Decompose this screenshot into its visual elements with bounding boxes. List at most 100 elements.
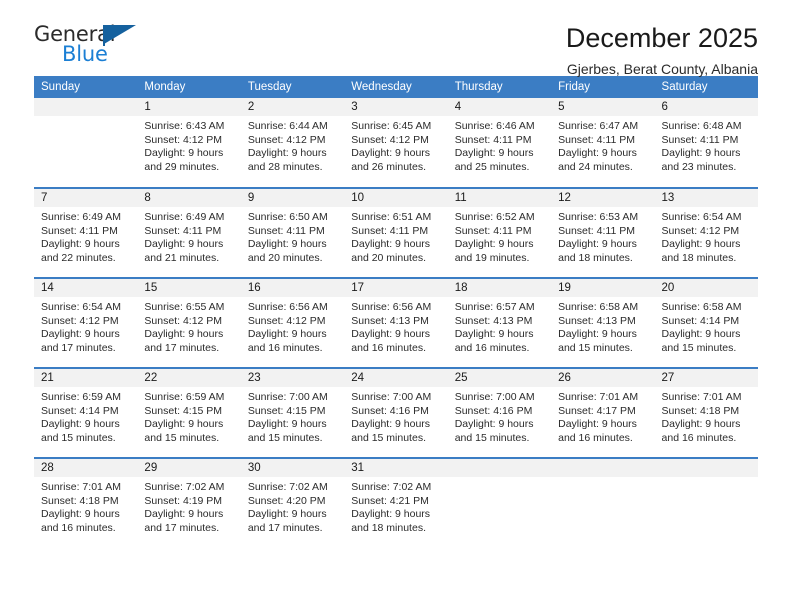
calendar-page: General Blue December 2025 Gjerbes, Bera…	[0, 0, 792, 612]
calendar-day-cell[interactable]: 7 Sunrise: 6:49 AM Sunset: 4:11 PM Daylight…	[34, 187, 138, 278]
day-number: 26	[551, 369, 655, 387]
sunset-text: Sunset: 4:18 PM	[661, 404, 740, 417]
day-details: Sunrise: 6:58 AM Sunset: 4:14 PM Daylight:…	[655, 297, 758, 355]
day-details	[551, 477, 654, 481]
day-number: 18	[447, 279, 552, 297]
sunrise-text: Sunrise: 6:59 AM	[144, 391, 225, 403]
calendar-day-cell[interactable]: 6 Sunrise: 6:48 AM Sunset: 4:11 PM Daylight…	[654, 98, 758, 188]
daylight-text: Daylight: 9 hours	[247, 508, 327, 521]
daylight-text: Daylight: 9 hours	[351, 238, 431, 251]
day-number: 8	[137, 189, 241, 207]
calendar-day-cell[interactable]: 15 Sunrise: 6:55 AM Sunset: 4:12 PM Dayligh…	[137, 277, 241, 368]
daylight-text: Daylight: 9 hours	[661, 328, 741, 341]
daylight-text: Daylight: 9 hours	[558, 238, 637, 251]
calendar-day-cell[interactable]: 10 Sunrise: 6:51 AM Sunset: 4:11 PM Dayligh…	[344, 187, 448, 278]
daylight-text: Daylight: 9 hours	[247, 147, 327, 160]
daylight-text-cont: and 20 minutes.	[351, 251, 426, 264]
calendar-day-cell[interactable]: 2 Sunrise: 6:44 AM Sunset: 4:12 PM Daylight…	[240, 98, 345, 188]
calendar-week-row: 21 Sunrise: 6:59 AM Sunset: 4:14 PM Dayligh…	[34, 367, 758, 458]
sunset-text: Sunset: 4:12 PM	[247, 314, 326, 327]
day-details	[34, 116, 137, 120]
sunset-text: Sunset: 4:11 PM	[454, 133, 532, 146]
daylight-text: Daylight: 9 hours	[661, 418, 741, 431]
day-details: Sunrise: 6:57 AM Sunset: 4:13 PM Daylight:…	[448, 297, 551, 355]
sunrise-text: Sunrise: 6:47 AM	[558, 120, 639, 132]
calendar-day-cell[interactable]: 31 Sunrise: 7:02 AM Sunset: 4:21 PM Dayligh…	[344, 457, 448, 548]
day-number: 25	[447, 369, 552, 387]
calendar-day-cell[interactable]: 29 Sunrise: 7:02 AM Sunset: 4:19 PM Dayligh…	[137, 457, 241, 548]
calendar-day-cell[interactable]: 25 Sunrise: 7:00 AM Sunset: 4:16 PM Dayligh…	[447, 367, 552, 458]
calendar-day-cell[interactable]: 18 Sunrise: 6:57 AM Sunset: 4:13 PM Dayligh…	[447, 277, 552, 368]
sunset-text: Sunset: 4:12 PM	[144, 314, 223, 327]
day-number: 30	[240, 459, 345, 477]
calendar-day-cell[interactable]: 14 Sunrise: 6:54 AM Sunset: 4:12 PM Dayligh…	[34, 277, 138, 368]
day-details: Sunrise: 6:50 AM Sunset: 4:11 PM Daylight:…	[241, 207, 344, 265]
daylight-text-cont: and 17 minutes.	[247, 521, 323, 534]
day-number: 29	[137, 459, 241, 477]
daylight-text-cont: and 16 minutes.	[247, 341, 323, 354]
sunset-text: Sunset: 4:13 PM	[558, 314, 636, 327]
day-number: 31	[344, 459, 448, 477]
calendar-day-cell[interactable]: 26 Sunrise: 7:01 AM Sunset: 4:17 PM Dayligh…	[551, 367, 655, 458]
sunset-text: Sunset: 4:11 PM	[558, 224, 635, 237]
calendar-day-cell[interactable]: 28 Sunrise: 7:01 AM Sunset: 4:18 PM Dayligh…	[34, 457, 138, 548]
calendar-day-cell[interactable]: 4 Sunrise: 6:46 AM Sunset: 4:11 PM Daylight…	[447, 98, 552, 188]
weekday-header-sunday: Sunday	[34, 76, 138, 98]
day-number	[34, 98, 138, 116]
day-details: Sunrise: 6:49 AM Sunset: 4:11 PM Daylight:…	[34, 207, 137, 265]
calendar-day-cell[interactable]: 9 Sunrise: 6:50 AM Sunset: 4:11 PM Daylight…	[240, 187, 345, 278]
sunset-text: Sunset: 4:13 PM	[454, 314, 533, 327]
sunrise-text: Sunrise: 6:46 AM	[454, 120, 535, 132]
day-details: Sunrise: 7:02 AM Sunset: 4:21 PM Daylight:…	[344, 477, 447, 535]
day-details: Sunrise: 6:59 AM Sunset: 4:14 PM Daylight:…	[34, 387, 137, 445]
daylight-text-cont: and 17 minutes.	[144, 521, 220, 534]
daylight-text: Daylight: 9 hours	[558, 418, 637, 431]
sunset-text: Sunset: 4:12 PM	[247, 133, 326, 146]
general-blue-logo[interactable]: General Blue	[34, 22, 154, 70]
calendar-day-cell[interactable]: 3 Sunrise: 6:45 AM Sunset: 4:12 PM Daylight…	[344, 98, 448, 188]
sunrise-text: Sunrise: 6:51 AM	[351, 211, 432, 223]
calendar-day-cell[interactable]: 12 Sunrise: 6:53 AM Sunset: 4:11 PM Dayligh…	[551, 187, 655, 278]
calendar-week-row: 7 Sunrise: 6:49 AM Sunset: 4:11 PM Daylight…	[34, 187, 758, 278]
calendar-day-cell[interactable]: 22 Sunrise: 6:59 AM Sunset: 4:15 PM Dayligh…	[137, 367, 241, 458]
day-details: Sunrise: 7:02 AM Sunset: 4:20 PM Daylight:…	[241, 477, 344, 535]
calendar-day-cell[interactable]: 23 Sunrise: 7:00 AM Sunset: 4:15 PM Dayligh…	[240, 367, 345, 458]
day-details	[448, 477, 551, 481]
day-details: Sunrise: 6:59 AM Sunset: 4:15 PM Daylight:…	[137, 387, 240, 445]
daylight-text: Daylight: 9 hours	[558, 147, 637, 160]
calendar-day-cell[interactable]: 27 Sunrise: 7:01 AM Sunset: 4:18 PM Dayligh…	[654, 367, 758, 458]
calendar-day-cell[interactable]: 19 Sunrise: 6:58 AM Sunset: 4:13 PM Dayligh…	[551, 277, 655, 368]
sunset-text: Sunset: 4:12 PM	[41, 314, 119, 327]
day-details: Sunrise: 6:44 AM Sunset: 4:12 PM Daylight:…	[241, 116, 344, 174]
calendar-day-cell[interactable]: 20 Sunrise: 6:58 AM Sunset: 4:14 PM Dayligh…	[654, 277, 758, 368]
sunset-text: Sunset: 4:11 PM	[41, 224, 118, 237]
calendar-day-cell[interactable]: 24 Sunrise: 7:00 AM Sunset: 4:16 PM Dayligh…	[344, 367, 448, 458]
title-block: December 2025 Gjerbes, Berat County, Alb…	[566, 22, 758, 79]
calendar-day-cell[interactable]: 8 Sunrise: 6:49 AM Sunset: 4:11 PM Daylight…	[137, 187, 241, 278]
calendar-day-cell[interactable]: 17 Sunrise: 6:56 AM Sunset: 4:13 PM Dayligh…	[344, 277, 448, 368]
day-details: Sunrise: 6:54 AM Sunset: 4:12 PM Daylight:…	[655, 207, 758, 265]
location-subtitle: Gjerbes, Berat County, Albania	[566, 61, 758, 77]
day-number: 27	[654, 369, 758, 387]
daylight-text: Daylight: 9 hours	[144, 508, 224, 521]
calendar-head: Sunday Monday Tuesday Wednesday Thursday…	[34, 76, 758, 98]
calendar-day-cell[interactable]: 13 Sunrise: 6:54 AM Sunset: 4:12 PM Dayligh…	[654, 187, 758, 278]
sunrise-text: Sunrise: 7:02 AM	[247, 481, 328, 493]
calendar-day-cell[interactable]: 21 Sunrise: 6:59 AM Sunset: 4:14 PM Dayligh…	[34, 367, 138, 458]
daylight-text-cont: and 23 minutes.	[661, 160, 737, 173]
calendar-day-cell[interactable]: 11 Sunrise: 6:52 AM Sunset: 4:11 PM Dayligh…	[447, 187, 552, 278]
calendar-day-cell[interactable]: 1 Sunrise: 6:43 AM Sunset: 4:12 PM Daylight…	[137, 98, 241, 188]
sunrise-text: Sunrise: 7:02 AM	[144, 481, 225, 493]
day-number: 16	[240, 279, 345, 297]
sunset-text: Sunset: 4:20 PM	[247, 494, 326, 507]
sunset-text: Sunset: 4:11 PM	[351, 224, 429, 237]
sunset-text: Sunset: 4:14 PM	[41, 404, 119, 417]
day-number: 23	[240, 369, 345, 387]
sunrise-text: Sunrise: 6:55 AM	[144, 301, 225, 313]
daylight-text: Daylight: 9 hours	[41, 418, 120, 431]
daylight-text-cont: and 28 minutes.	[247, 160, 323, 173]
calendar-day-cell[interactable]: 16 Sunrise: 6:56 AM Sunset: 4:12 PM Dayligh…	[240, 277, 345, 368]
sunset-text: Sunset: 4:11 PM	[454, 224, 532, 237]
calendar-day-cell[interactable]: 30 Sunrise: 7:02 AM Sunset: 4:20 PM Dayligh…	[240, 457, 345, 548]
calendar-day-cell[interactable]: 5 Sunrise: 6:47 AM Sunset: 4:11 PM Daylight…	[551, 98, 655, 188]
